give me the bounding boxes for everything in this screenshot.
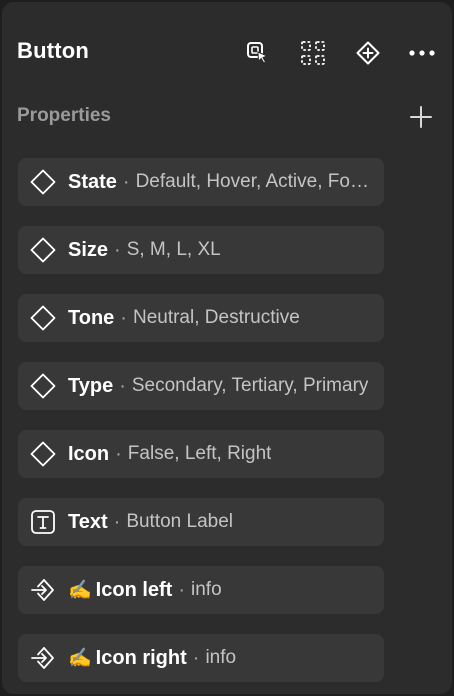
more-icon [409, 50, 435, 56]
property-separator: · [113, 510, 121, 533]
property-separator: · [115, 442, 122, 465]
property-separator: · [119, 374, 126, 397]
instance-swap-icon [30, 645, 56, 671]
panel-title: Button [17, 38, 90, 63]
property-separator: · [114, 238, 121, 261]
variant-diamond-icon [30, 373, 56, 399]
select-matching-button[interactable] [243, 38, 273, 68]
property-row-text[interactable]: Text · Button Label [18, 498, 384, 546]
writing-hand-emoji: ✍️ [68, 580, 92, 601]
create-component-button[interactable] [353, 38, 383, 68]
property-row-icon-right[interactable]: ✍️ Icon right · info [18, 634, 384, 682]
properties-section-label: Properties [17, 105, 111, 126]
property-list: State · Default, Hover, Active, Focus Si… [18, 158, 384, 694]
property-name: Icon left [95, 578, 173, 601]
property-row-tone[interactable]: Tone · Neutral, Destructive [18, 294, 384, 342]
variant-diamond-icon [30, 441, 56, 467]
property-separator: · [120, 306, 127, 329]
property-name: Size [68, 238, 109, 261]
property-values: info [191, 579, 222, 600]
text-property-icon [30, 509, 56, 535]
component-grid-icon [301, 41, 325, 65]
property-name: Tone [68, 306, 115, 329]
component-grid-button[interactable] [298, 38, 328, 68]
property-separator: · [178, 578, 186, 601]
select-matching-icon [247, 42, 269, 64]
property-values: S, M, L, XL [126, 239, 221, 260]
plus-icon [410, 106, 432, 128]
variant-diamond-icon [30, 169, 56, 195]
add-property-button[interactable] [406, 102, 436, 132]
property-values: info [205, 647, 237, 668]
panel-header: Button [2, 2, 452, 102]
property-values: Secondary, Tertiary, Primary [131, 375, 369, 396]
property-row-icon[interactable]: Icon · False, Left, Right [18, 430, 384, 478]
property-separator: · [192, 646, 200, 669]
instance-swap-icon [30, 577, 56, 603]
variant-diamond-icon [30, 305, 56, 331]
property-values: False, Left, Right [127, 443, 272, 464]
property-row-state[interactable]: State · Default, Hover, Active, Focus [18, 158, 384, 206]
more-options-button[interactable] [407, 38, 437, 68]
property-values: Neutral, Destructive [132, 307, 300, 328]
property-row-icon-left[interactable]: ✍️ Icon left · info [18, 566, 384, 614]
component-diamond-icon [356, 41, 380, 65]
property-separator: · [122, 170, 130, 193]
property-name: State [68, 170, 117, 193]
property-row-size[interactable]: Size · S, M, L, XL [18, 226, 384, 274]
property-values: Default, Hover, Active, Focus [135, 171, 370, 192]
property-name: Icon [68, 442, 110, 465]
property-name: Icon right [95, 646, 187, 669]
property-row-type[interactable]: Type · Secondary, Tertiary, Primary [18, 362, 384, 410]
property-name: Type [68, 374, 114, 397]
property-name: Text [68, 510, 108, 533]
component-properties-panel: Button Properties State · Default, Hover… [2, 2, 452, 694]
variant-diamond-icon [30, 237, 56, 263]
property-values: Button Label [126, 511, 234, 532]
writing-hand-emoji: ✍️ [68, 648, 92, 669]
